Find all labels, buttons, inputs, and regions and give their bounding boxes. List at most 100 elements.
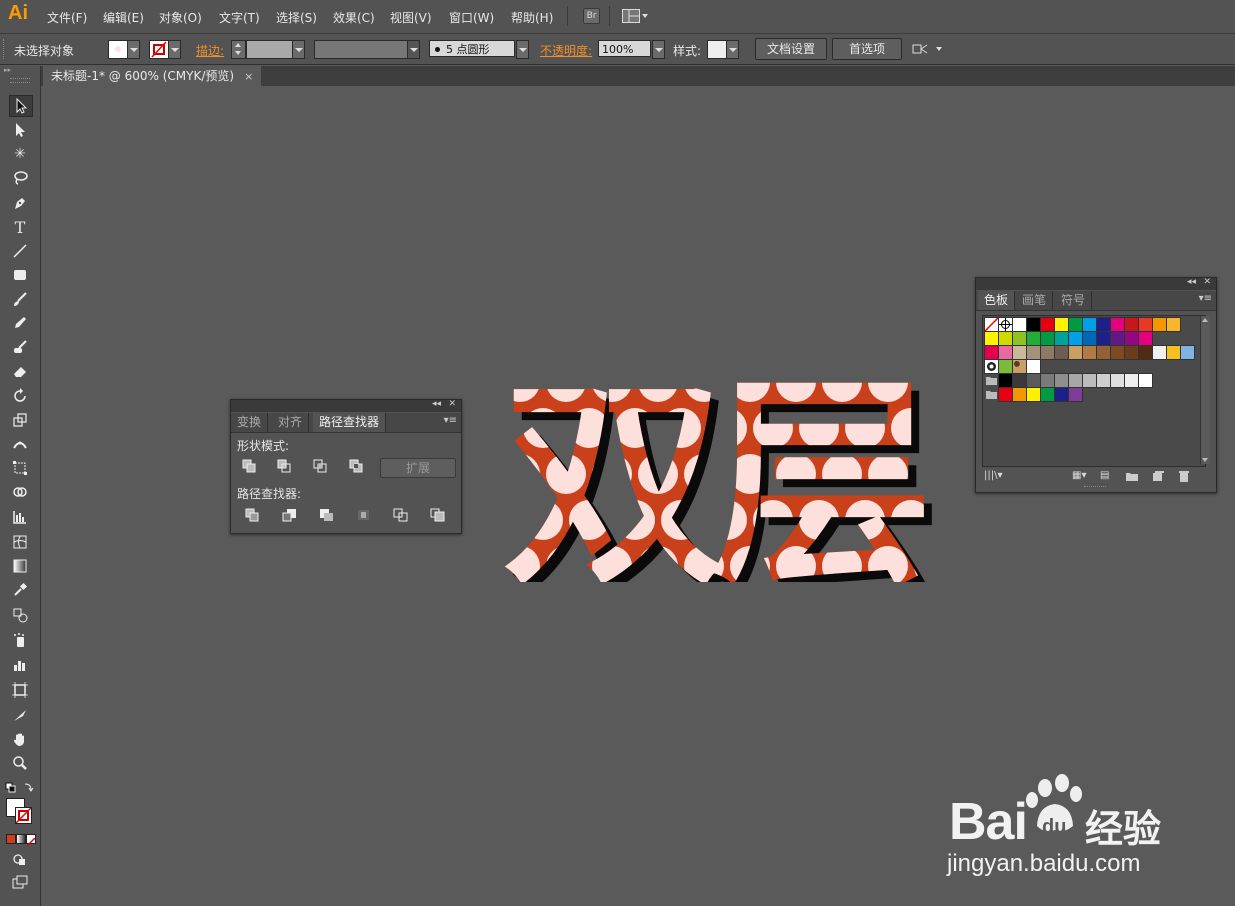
swatch[interactable] (1054, 387, 1069, 402)
opacity-label[interactable]: 不透明度: (540, 42, 592, 59)
close-icon[interactable]: × (244, 70, 253, 83)
fill-stroke-proxy[interactable] (6, 798, 34, 826)
swatch[interactable] (1012, 373, 1027, 388)
fill-swatch[interactable] (108, 40, 128, 59)
divide-icon[interactable] (245, 508, 261, 522)
swatch[interactable] (1054, 317, 1069, 332)
menu-window[interactable]: 窗口(W) (449, 9, 494, 26)
blend-tool-icon[interactable] (9, 605, 31, 625)
swatch-libraries-icon[interactable]: |||\▾ (984, 470, 1004, 482)
blob-brush-tool-icon[interactable] (9, 337, 31, 357)
swatch[interactable] (1138, 331, 1153, 346)
slice-tool-icon[interactable] (9, 705, 31, 725)
swatch[interactable] (1012, 345, 1027, 360)
swatch-pattern[interactable] (984, 359, 999, 374)
swatch[interactable] (998, 373, 1013, 388)
stroke-weight-input[interactable] (246, 40, 293, 59)
rotate-tool-icon[interactable] (9, 386, 31, 406)
swatch[interactable] (1054, 331, 1069, 346)
swatch[interactable] (1180, 345, 1195, 360)
swatch[interactable] (1110, 345, 1125, 360)
column-graph-tool-icon[interactable] (9, 655, 31, 675)
preferences-button[interactable]: 首选项 (832, 38, 902, 60)
menu-type[interactable]: 文字(T) (219, 9, 260, 26)
tools-grip[interactable] (10, 78, 30, 83)
hand-tool-icon[interactable] (9, 729, 31, 749)
swatch[interactable] (1082, 317, 1097, 332)
swatch[interactable] (1166, 317, 1181, 332)
collapse-panel-icon[interactable]: ◂◂ (432, 399, 441, 409)
swatch[interactable] (1026, 359, 1041, 374)
swatch[interactable] (1096, 345, 1111, 360)
magic-wand-tool-icon[interactable]: ✳ (9, 144, 31, 164)
expand-button[interactable]: 扩展 (380, 458, 456, 478)
outline-icon[interactable] (393, 508, 409, 522)
color-group-folder-icon[interactable] (985, 374, 998, 387)
swatch[interactable] (1040, 387, 1055, 402)
swatch[interactable] (1068, 317, 1083, 332)
eyedropper-tool-icon[interactable] (9, 580, 31, 600)
swatch-pattern-leopard[interactable] (1012, 359, 1027, 374)
graphic-style-dropdown[interactable] (726, 40, 739, 59)
direct-selection-tool-icon[interactable] (9, 120, 31, 140)
swatch[interactable] (1096, 317, 1111, 332)
variable-width-dropdown[interactable] (407, 40, 420, 59)
width-tool-icon[interactable] (9, 434, 31, 454)
swatch[interactable] (1138, 317, 1153, 332)
exclude-icon[interactable] (349, 459, 365, 473)
menu-file[interactable]: 文件(F) (47, 9, 87, 26)
selection-tool-icon[interactable] (9, 95, 33, 117)
fill-dropdown[interactable] (127, 40, 140, 59)
bridge-button[interactable]: Br (583, 8, 600, 24)
swatch[interactable] (1026, 387, 1041, 402)
swatch[interactable] (1166, 345, 1181, 360)
lasso-tool-icon[interactable] (9, 168, 31, 188)
menu-view[interactable]: 视图(V) (390, 9, 432, 26)
swatch[interactable] (1124, 345, 1139, 360)
show-swatch-kinds-icon[interactable]: ▦▾ (1072, 470, 1086, 482)
zoom-tool-icon[interactable] (9, 753, 31, 773)
tools-collapse-icon[interactable]: ▸▸ (4, 67, 34, 74)
swatch[interactable] (1082, 373, 1097, 388)
default-colors-icon[interactable] (5, 782, 35, 794)
swatch[interactable] (1040, 373, 1055, 388)
menu-object[interactable]: 对象(O) (159, 9, 202, 26)
swatch[interactable] (1026, 373, 1041, 388)
document-setup-button[interactable]: 文档设置 (755, 38, 827, 60)
swatch[interactable] (1124, 317, 1139, 332)
stroke-label[interactable]: 描边: (196, 42, 224, 59)
swatch-options-icon[interactable]: ▤ (1100, 470, 1112, 482)
swatch[interactable] (1138, 373, 1153, 388)
workspace-layout-icon[interactable] (622, 9, 648, 23)
swatch[interactable] (998, 331, 1013, 346)
swatch[interactable] (1068, 387, 1083, 402)
swatch-scrollbar[interactable] (1200, 316, 1210, 464)
pen-tool-icon[interactable] (9, 193, 31, 213)
swatch[interactable] (1068, 345, 1083, 360)
eraser-tool-icon[interactable] (9, 361, 31, 381)
color-mode-buttons[interactable] (6, 834, 36, 847)
perspective-grid-tool-icon[interactable] (9, 507, 31, 527)
tab-transform[interactable]: 变换 (231, 413, 269, 432)
shape-builder-tool-icon[interactable] (9, 482, 31, 502)
swatch[interactable] (1138, 345, 1153, 360)
swatch[interactable] (998, 345, 1013, 360)
swatch[interactable] (1124, 373, 1139, 388)
new-color-group-icon[interactable] (1126, 470, 1138, 482)
graphic-style-swatch[interactable] (707, 40, 727, 59)
stroke-weight-stepper[interactable] (231, 40, 246, 59)
close-panel-icon[interactable]: ✕ (448, 399, 456, 409)
mesh-tool-icon[interactable] (9, 532, 31, 552)
brush-dropdown[interactable] (516, 40, 529, 59)
line-segment-tool-icon[interactable] (9, 241, 31, 261)
swatch[interactable] (1068, 373, 1083, 388)
pencil-tool-icon[interactable] (9, 313, 31, 333)
swatch-none[interactable] (984, 317, 999, 332)
swatch[interactable] (1082, 331, 1097, 346)
swatch[interactable] (1040, 331, 1055, 346)
panel-resize-grip[interactable] (1084, 486, 1106, 490)
menu-effect[interactable]: 效果(C) (333, 9, 375, 26)
panel-title-bar[interactable]: ◂◂ ✕ (231, 399, 461, 412)
close-panel-icon[interactable]: ✕ (1203, 277, 1211, 287)
swatch[interactable] (1124, 331, 1139, 346)
